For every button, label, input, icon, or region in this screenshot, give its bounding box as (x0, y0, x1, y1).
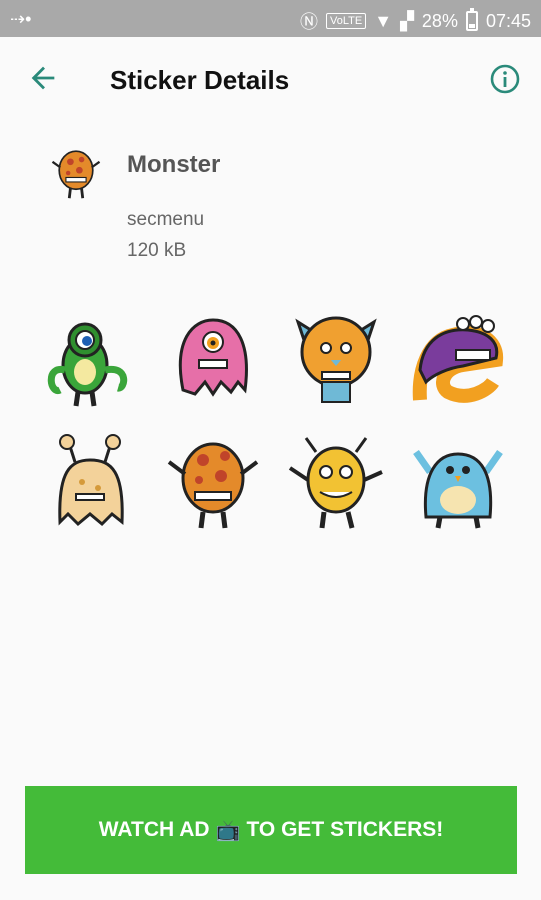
pack-size: 120 kB (127, 240, 187, 261)
volte-icon: VoLTE (326, 13, 367, 29)
sticker-green-cyclops-icon[interactable] (40, 310, 140, 410)
app-bar: Sticker Details (0, 37, 541, 123)
sticker-yellow-horned-icon[interactable] (286, 432, 386, 532)
sticker-blue-furry-icon[interactable] (408, 432, 508, 532)
status-bar: ⇢• Ⓝ VoLTE ▼ ▞ 28% 07:45 (0, 0, 541, 37)
battery-icon (465, 8, 478, 31)
sticker-purple-worm-icon[interactable] (408, 310, 508, 410)
status-time: 07:45 (485, 10, 531, 31)
arrow-back-icon[interactable] (26, 61, 60, 95)
watch-ad-button[interactable]: WATCH AD 📺 TO GET STICKERS! (25, 786, 517, 874)
sticker-tan-ghost-icon[interactable] (40, 432, 140, 532)
page-title: Sticker Details (110, 65, 290, 95)
pack-name: Monster (127, 151, 221, 178)
wifi-icon: ▼ (374, 10, 393, 31)
nfc-icon: Ⓝ (300, 12, 319, 32)
pack-publisher: secmenu (127, 209, 205, 230)
sticker-orange-horned-icon[interactable] (286, 310, 386, 410)
signal-icon: ▞ (400, 10, 414, 31)
status-icons: Ⓝ VoLTE ▼ ▞ 28% 07:45 (300, 8, 531, 34)
cta-label-before: WATCH AD (98, 818, 210, 841)
sticker-orange-spotted-icon[interactable] (163, 432, 263, 532)
battery-percent: 28% (421, 10, 458, 31)
sticker-pink-cyclops-icon[interactable] (163, 310, 263, 410)
usb-debug-icon: ⇢• (10, 9, 32, 29)
cta-label-after: TO GET STICKERS! (246, 818, 444, 841)
info-icon[interactable] (489, 63, 521, 95)
tv-emoji-icon: 📺 (215, 819, 241, 842)
pack-tray-icon (51, 150, 101, 199)
